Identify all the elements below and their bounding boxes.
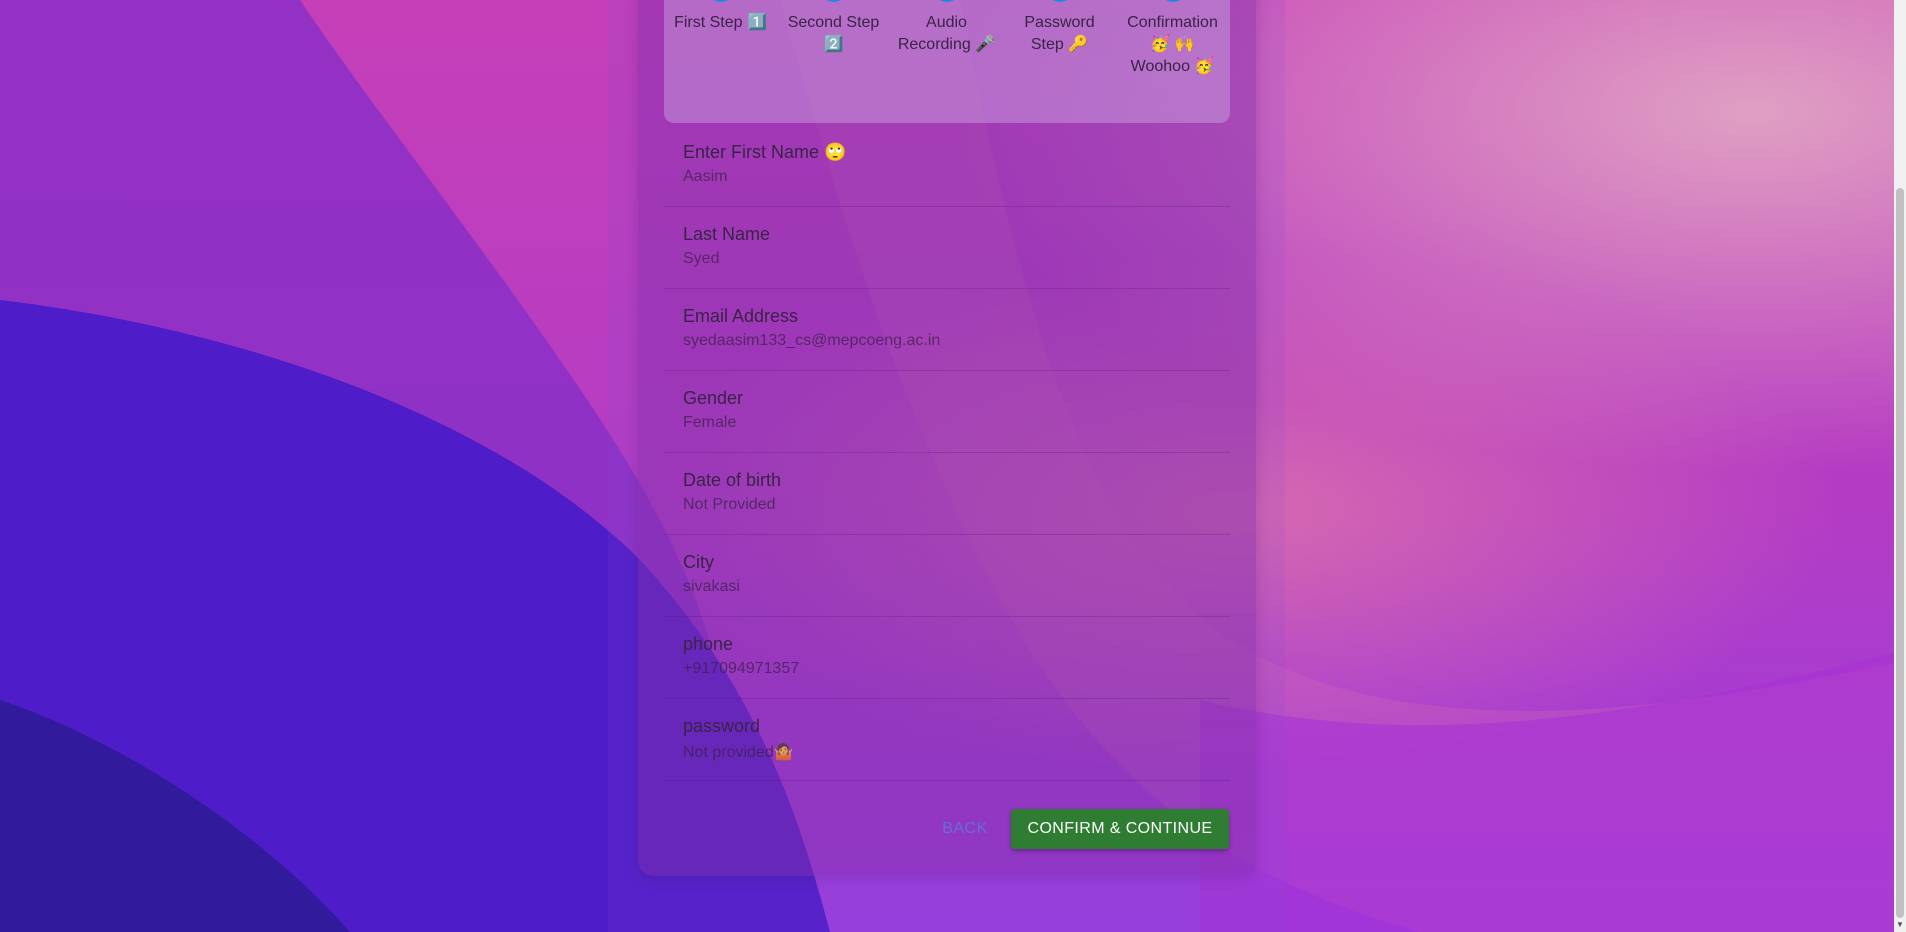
field-value: Not provided🤷 bbox=[683, 744, 794, 761]
scroll-down-arrow-icon[interactable]: ▼ bbox=[1894, 918, 1906, 932]
field-label: Email Address bbox=[683, 306, 799, 326]
field-label: Enter First Name 🙄 bbox=[683, 142, 847, 162]
scrollbar-thumb[interactable] bbox=[1896, 188, 1904, 918]
back-button[interactable]: BACK bbox=[925, 810, 1005, 848]
step-label: Confirmation 🥳 🙌 Woohoo 🥳 bbox=[1127, 14, 1218, 75]
field-value: Aasim bbox=[683, 168, 728, 185]
list-item: Email Address syedaasim133_cs@mepcoeng.a… bbox=[664, 288, 1230, 371]
field-label: Last Name bbox=[683, 224, 771, 244]
list-item: phone +917094971357 bbox=[664, 616, 1230, 699]
list-item: Last Name Syed bbox=[664, 206, 1230, 289]
list-item: password Not provided🤷 bbox=[664, 698, 1230, 781]
field-value: Female bbox=[683, 414, 737, 431]
list-item: Date of birth Not Provided bbox=[664, 452, 1230, 535]
step-label: Audio Recording 🎤 bbox=[897, 14, 996, 53]
page-scrollbar[interactable]: ▼ bbox=[1894, 0, 1906, 932]
field-label: password bbox=[683, 716, 761, 736]
stepper: ✓ First Step 1️⃣ ✓ Second Step 2️⃣ ✓ Aud… bbox=[664, 0, 1230, 123]
step-label: Password Step 🔑 bbox=[1024, 14, 1095, 53]
field-value: sivakasi bbox=[683, 578, 740, 595]
field-label: City bbox=[683, 552, 714, 572]
field-label: Date of birth bbox=[683, 470, 782, 490]
check-icon: ✓ bbox=[706, 0, 735, 2]
check-icon: ✓ bbox=[932, 0, 961, 2]
step-5: Confirmation 🥳 🙌 Woohoo 🥳 bbox=[1116, 0, 1229, 123]
step-1: ✓ First Step 1️⃣ bbox=[664, 0, 777, 123]
confirm-continue-button[interactable]: CONFIRM & CONTINUE bbox=[1011, 809, 1229, 849]
step-label: First Step 1️⃣ bbox=[674, 14, 767, 31]
check-icon: ✓ bbox=[1045, 0, 1074, 2]
list-item: Gender Female bbox=[664, 370, 1230, 453]
step-3: ✓ Audio Recording 🎤 bbox=[890, 0, 1003, 123]
step-4: ✓ Password Step 🔑 bbox=[1003, 0, 1116, 123]
field-label: Gender bbox=[683, 388, 744, 408]
check-icon: ✓ bbox=[819, 0, 848, 2]
list-item: Enter First Name 🙄 Aasim bbox=[664, 124, 1230, 207]
field-value: syedaasim133_cs@mepcoeng.ac.in bbox=[683, 332, 941, 349]
field-value: +917094971357 bbox=[683, 660, 800, 677]
step-number-icon bbox=[1158, 0, 1187, 2]
field-value: Syed bbox=[683, 250, 720, 267]
step-label: Second Step 2️⃣ bbox=[787, 14, 880, 53]
list-item: City sivakasi bbox=[664, 534, 1230, 617]
field-value: Not Provided bbox=[683, 496, 776, 513]
step-2: ✓ Second Step 2️⃣ bbox=[777, 0, 890, 123]
field-label: phone bbox=[683, 634, 734, 654]
